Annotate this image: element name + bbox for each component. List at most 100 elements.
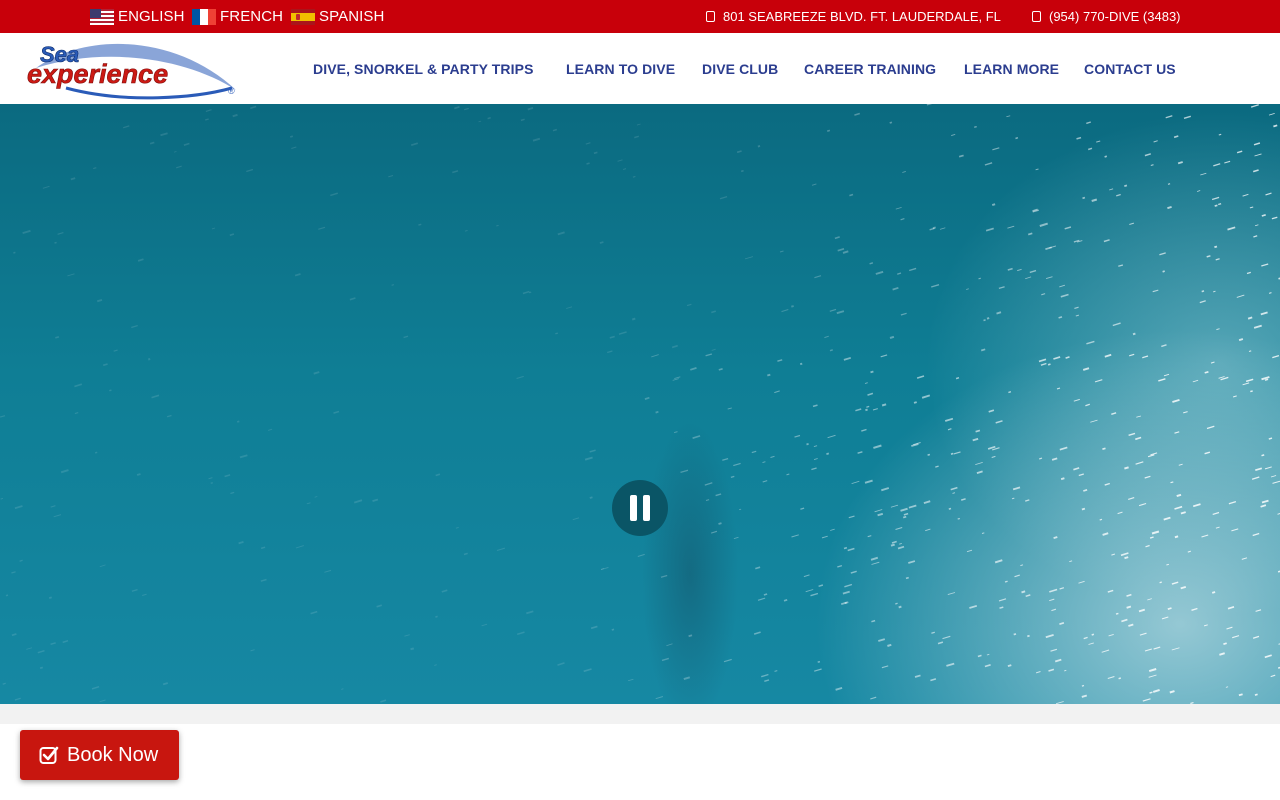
phone-info[interactable]: (954) 770-DIVE (3483) xyxy=(1032,0,1181,33)
ripple-mark xyxy=(994,559,1003,564)
es-flag-icon xyxy=(291,8,315,25)
ripple-mark xyxy=(1204,371,1209,374)
sea-experience-logo[interactable]: Sea experience ® xyxy=(26,38,238,100)
language-spanish[interactable]: SPANISH xyxy=(291,0,384,33)
video-pause-button[interactable] xyxy=(612,480,668,536)
ripple-mark xyxy=(1167,183,1171,185)
ripple-mark xyxy=(1081,694,1088,698)
ripple-mark xyxy=(887,643,892,647)
ripple-mark xyxy=(871,619,876,623)
ripple-mark xyxy=(1241,557,1248,560)
ripple-mark xyxy=(843,546,848,550)
ripple-mark xyxy=(1236,294,1245,298)
ripple-mark xyxy=(1261,499,1269,504)
ripple-mark xyxy=(711,310,717,314)
ripple-mark xyxy=(827,434,836,439)
pause-icon xyxy=(630,495,637,521)
ripple-mark xyxy=(655,410,659,414)
ripple-mark xyxy=(1035,168,1039,171)
ripple-mark xyxy=(435,615,438,618)
ripple-mark xyxy=(410,647,415,651)
ripple-mark xyxy=(1007,664,1012,668)
ripple-mark xyxy=(1083,488,1088,492)
ripple-mark xyxy=(147,357,151,361)
ripple-mark xyxy=(1171,647,1180,651)
ripple-mark xyxy=(634,135,640,139)
ripple-mark xyxy=(814,668,822,672)
ripple-mark xyxy=(916,375,925,379)
ripple-mark xyxy=(53,514,62,518)
ripple-mark xyxy=(1211,196,1220,201)
ripple-mark xyxy=(1270,674,1276,678)
ripple-mark xyxy=(1136,415,1142,418)
ripple-mark xyxy=(410,142,419,147)
ripple-mark xyxy=(60,469,69,474)
ripple-mark xyxy=(1178,463,1183,466)
ripple-mark xyxy=(1215,258,1220,261)
ripple-mark xyxy=(1268,292,1272,294)
ripple-mark xyxy=(136,473,141,476)
ripple-mark xyxy=(232,113,238,118)
ripple-mark xyxy=(1144,648,1152,652)
ripple-mark xyxy=(875,270,884,275)
ripple-mark xyxy=(874,509,883,513)
ripple-mark xyxy=(1264,378,1269,381)
ripple-mark xyxy=(1183,115,1191,119)
ripple-mark xyxy=(1210,361,1215,364)
ripple-mark xyxy=(947,428,952,431)
ripple-mark xyxy=(1081,507,1086,511)
language-english[interactable]: ENGLISH xyxy=(90,0,185,33)
ripple-mark xyxy=(1225,686,1229,688)
ripple-mark xyxy=(1261,214,1266,217)
ripple-mark xyxy=(435,473,441,477)
book-now-button[interactable]: Book Now xyxy=(20,730,179,780)
ripple-mark xyxy=(1170,481,1174,484)
ripple-mark xyxy=(372,498,379,503)
ripple-mark xyxy=(1078,580,1085,584)
ripple-mark xyxy=(1045,634,1054,639)
ripple-mark xyxy=(981,532,985,534)
ripple-mark xyxy=(1083,636,1088,640)
nav-learn-to-dive[interactable]: LEARN TO DIVE xyxy=(566,61,675,79)
nav-career-training[interactable]: CAREER TRAINING xyxy=(804,61,936,79)
ripple-mark xyxy=(1232,635,1240,639)
ripple-mark xyxy=(1246,271,1251,275)
ripple-mark xyxy=(826,452,830,456)
nav-dive-snorkel-party-trips[interactable]: DIVE, SNORKEL & PARTY TRIPS xyxy=(313,61,534,79)
ripple-mark xyxy=(1007,267,1013,271)
nav-dive-club[interactable]: DIVE CLUB xyxy=(702,61,778,79)
ripple-mark xyxy=(680,469,689,474)
nav-contact-us[interactable]: CONTACT US xyxy=(1084,61,1176,79)
ripple-mark xyxy=(137,258,144,262)
ripple-mark xyxy=(1158,378,1166,382)
ripple-mark xyxy=(763,593,768,596)
ripple-mark xyxy=(1261,263,1269,267)
ripple-mark xyxy=(1091,633,1095,636)
ripple-mark xyxy=(870,370,874,374)
ripple-mark xyxy=(738,508,742,511)
ripple-mark xyxy=(622,168,627,170)
nav-learn-more[interactable]: LEARN MORE xyxy=(964,61,1059,79)
ripple-mark xyxy=(914,674,921,678)
address-info[interactable]: 801 SEABREEZE BLVD. FT. LAUDERDALE, FL xyxy=(706,0,1001,33)
ripple-mark xyxy=(632,175,636,178)
ripple-mark xyxy=(62,639,69,644)
ripple-mark xyxy=(1227,226,1236,231)
ripple-mark xyxy=(1159,252,1166,256)
ripple-mark xyxy=(1236,150,1243,154)
ripple-mark xyxy=(1064,226,1072,230)
ripple-mark xyxy=(599,241,604,244)
ripple-mark xyxy=(946,662,955,667)
ripple-mark xyxy=(830,528,835,531)
hero-video[interactable] xyxy=(0,104,1280,704)
ripple-mark xyxy=(1053,536,1058,540)
ripple-mark xyxy=(690,367,697,371)
ripple-mark xyxy=(1183,411,1188,414)
ripple-mark xyxy=(998,286,1005,290)
ripple-mark xyxy=(900,507,908,512)
ripple-mark xyxy=(586,162,590,165)
ripple-mark xyxy=(774,390,780,394)
ripple-mark xyxy=(1124,556,1129,560)
ripple-mark xyxy=(1060,477,1065,481)
language-french[interactable]: FRENCH xyxy=(192,0,283,33)
